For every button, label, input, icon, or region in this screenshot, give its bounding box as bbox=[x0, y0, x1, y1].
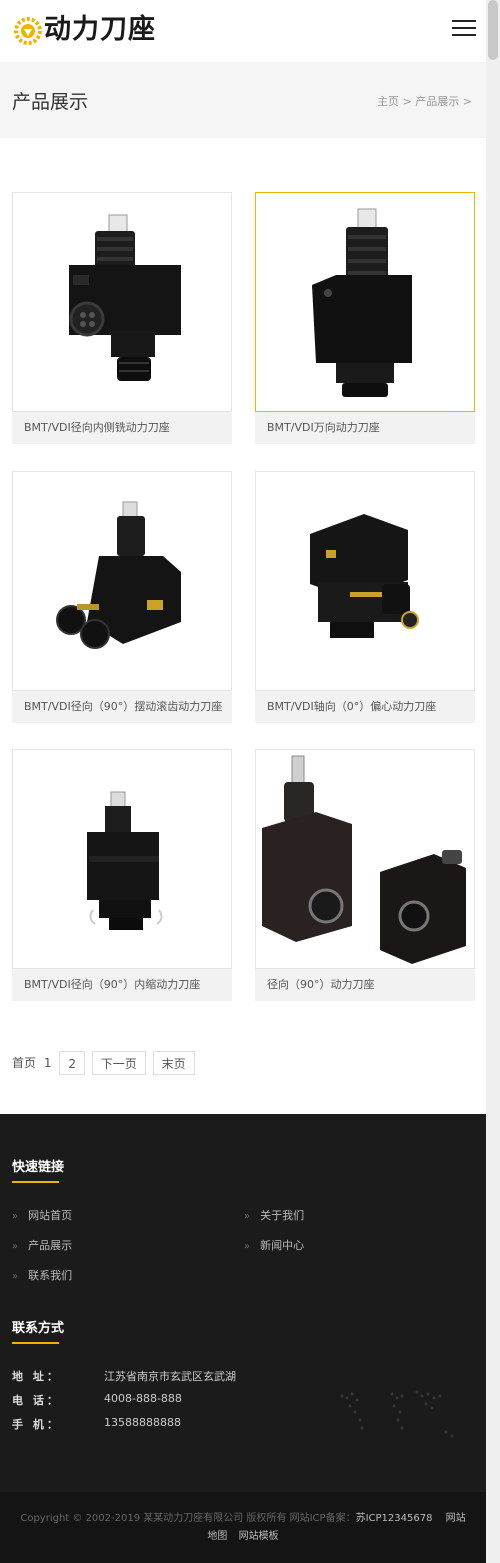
breadcrumb-separator: > bbox=[402, 95, 412, 108]
page: 动力刀座 产品展示 主页 > 产品展示 > BMT/VDI径向内侧铣动力刀座 B… bbox=[0, 0, 486, 1563]
pagination: 首页 1 2 下一页 末页 bbox=[12, 1051, 198, 1075]
footer-link-about[interactable]: » 关于我们 bbox=[244, 1207, 304, 1223]
address-value: 江苏省南京市玄武区玄武湖 bbox=[104, 1370, 236, 1383]
product-image[interactable] bbox=[12, 749, 232, 969]
breadcrumb-home[interactable]: 主页 bbox=[377, 95, 399, 108]
product-title[interactable]: BMT/VDI轴向（0°）偏心动力刀座 bbox=[255, 691, 475, 723]
footer-link-news[interactable]: » 新闻中心 bbox=[244, 1237, 304, 1253]
breadcrumb-current[interactable]: 产品展示 bbox=[415, 95, 459, 108]
quick-links-title: 快速链接 bbox=[12, 1160, 65, 1175]
mobile-value[interactable]: 13588888888 bbox=[104, 1416, 181, 1429]
pager-page-2[interactable]: 2 bbox=[59, 1051, 85, 1075]
phone-label: 电 话： bbox=[12, 1394, 61, 1407]
pager-current: 1 bbox=[43, 1056, 52, 1070]
product-card[interactable]: BMT/VDI径向内侧铣动力刀座 bbox=[12, 192, 232, 444]
pager-first[interactable]: 首页 bbox=[12, 1051, 40, 1075]
product-title[interactable]: BMT/VDI万向动力刀座 bbox=[255, 412, 475, 444]
template-link[interactable]: 网站模板 bbox=[239, 1531, 279, 1542]
site-header: 动力刀座 bbox=[0, 0, 486, 62]
tool-holder-illustration bbox=[310, 514, 419, 638]
product-title[interactable]: BMT/VDI径向（90°）摆动滚齿动力刀座 bbox=[12, 691, 232, 723]
scrollbar-thumb[interactable] bbox=[488, 0, 498, 60]
footer-link-products[interactable]: » 产品展示 bbox=[12, 1237, 72, 1253]
hamburger-icon bbox=[452, 20, 476, 22]
chevron-right-icon: » bbox=[244, 1241, 251, 1252]
product-image[interactable] bbox=[12, 192, 232, 412]
chevron-right-icon: » bbox=[12, 1211, 19, 1222]
product-card[interactable]: BMT/VDI径向（90°）内缩动力刀座 bbox=[12, 749, 232, 1001]
footer-link-contact[interactable]: » 联系我们 bbox=[12, 1267, 72, 1283]
chevron-right-icon: » bbox=[12, 1271, 19, 1282]
logo-icon bbox=[14, 17, 42, 45]
tool-holder-illustration bbox=[262, 755, 466, 964]
breadcrumb: 主页 > 产品展示 > bbox=[377, 93, 472, 109]
copyright-text: Copyright © 2002-2019 某某动力刀座有限公司 版权所有 网站… bbox=[20, 1513, 356, 1524]
mobile-label: 手 机： bbox=[12, 1418, 61, 1431]
tool-holder-illustration bbox=[87, 791, 163, 930]
tool-holder-illustration bbox=[69, 214, 181, 381]
product-image[interactable] bbox=[255, 749, 475, 969]
title-underline bbox=[12, 1342, 59, 1344]
world-map-icon bbox=[340, 1390, 454, 1438]
product-card[interactable]: 径向（90°）动力刀座 bbox=[255, 749, 475, 1001]
product-card[interactable]: BMT/VDI径向（90°）摆动滚齿动力刀座 bbox=[12, 471, 232, 723]
pager-next[interactable]: 下一页 bbox=[91, 1051, 146, 1075]
product-title[interactable]: BMT/VDI径向内侧铣动力刀座 bbox=[12, 412, 232, 444]
tool-holder-illustration bbox=[312, 208, 412, 397]
chevron-right-icon: » bbox=[244, 1211, 251, 1222]
product-image[interactable] bbox=[255, 192, 475, 412]
product-card[interactable]: BMT/VDI万向动力刀座 bbox=[255, 192, 475, 444]
product-card[interactable]: BMT/VDI轴向（0°）偏心动力刀座 bbox=[255, 471, 475, 723]
product-image[interactable] bbox=[255, 471, 475, 691]
product-title[interactable]: 径向（90°）动力刀座 bbox=[255, 969, 475, 1001]
product-image[interactable] bbox=[12, 471, 232, 691]
chevron-right-icon: » bbox=[12, 1241, 19, 1252]
page-banner: 产品展示 主页 > 产品展示 > bbox=[0, 62, 486, 138]
menu-button[interactable] bbox=[452, 20, 476, 40]
phone-value[interactable]: 4008-888-888 bbox=[104, 1392, 182, 1405]
page-title: 产品展示 bbox=[12, 91, 89, 113]
pager-last[interactable]: 末页 bbox=[152, 1051, 195, 1075]
site-footer: 快速链接 » 网站首页 » 关于我们 » 产品展示 » 新闻中心 » 联系我们 联系方式 … bbox=[0, 1114, 486, 1492]
tool-holder-illustration bbox=[56, 501, 181, 649]
scrollbar-track[interactable] bbox=[486, 0, 500, 1563]
icp-link[interactable]: 苏ICP12345678 bbox=[356, 1513, 433, 1524]
brand-name[interactable]: 动力刀座 bbox=[44, 13, 156, 47]
breadcrumb-separator: > bbox=[462, 95, 472, 108]
copyright-bar: Copyright © 2002-2019 某某动力刀座有限公司 版权所有 网站… bbox=[0, 1492, 486, 1563]
title-underline bbox=[12, 1181, 59, 1183]
product-title[interactable]: BMT/VDI径向（90°）内缩动力刀座 bbox=[12, 969, 232, 1001]
contact-title: 联系方式 bbox=[12, 1321, 65, 1336]
footer-link-home[interactable]: » 网站首页 bbox=[12, 1207, 72, 1223]
address-label: 地 址： bbox=[12, 1370, 61, 1383]
